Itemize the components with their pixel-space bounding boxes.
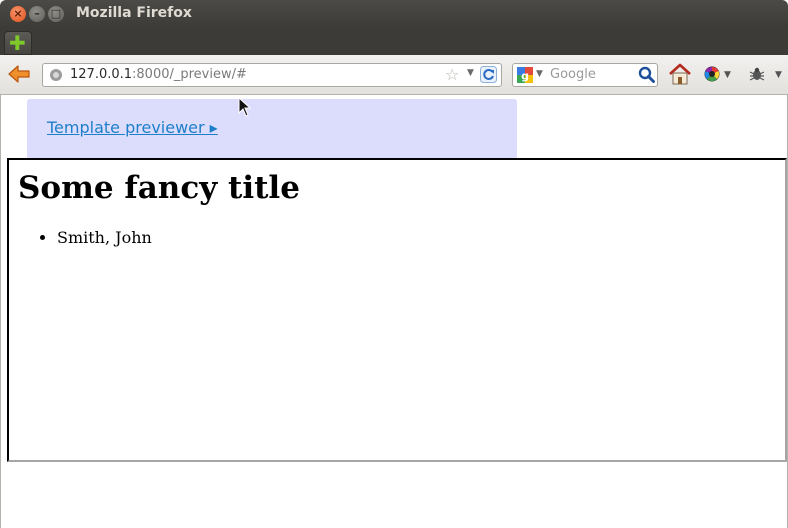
url-text[interactable]: 127.0.0.1:8000/_preview/#	[70, 67, 247, 82]
page-title: Some fancy title	[18, 170, 300, 206]
tab-strip: ✚	[0, 28, 788, 55]
bug-icon[interactable]	[748, 66, 766, 82]
author-list: Smith, John	[17, 228, 152, 247]
window-minimize-button[interactable]: –	[29, 6, 45, 22]
reload-icon[interactable]	[480, 66, 497, 83]
url-bar[interactable]: 127.0.0.1:8000/_preview/# ☆ ▼	[42, 63, 502, 87]
search-input[interactable]: Google	[550, 67, 596, 82]
preview-frame: Some fancy title Smith, John	[7, 158, 787, 462]
svg-text:g: g	[521, 70, 529, 83]
engine-dropdown-icon[interactable]: ▼	[536, 69, 543, 79]
new-tab-button[interactable]: ✚	[4, 31, 32, 55]
window-maximize-button[interactable]: □	[48, 6, 64, 22]
template-previewer-link[interactable]: Template previewer ▸	[47, 118, 218, 137]
window-close-button[interactable]: ×	[10, 6, 26, 22]
search-bar[interactable]: g ▼ Google	[512, 63, 658, 87]
magnifier-icon[interactable]	[638, 66, 655, 83]
url-host: 127.0.0.1	[70, 67, 133, 82]
star-icon[interactable]: ☆	[445, 65, 459, 84]
navigation-toolbar: 127.0.0.1:8000/_preview/# ☆ ▼ g ▼ Google	[0, 55, 788, 95]
window-title: Mozilla Firefox	[76, 5, 192, 21]
home-icon[interactable]	[668, 62, 692, 86]
color-wheel-icon[interactable]	[704, 66, 720, 82]
preview-bar: Template previewer ▸	[27, 99, 517, 159]
back-arrow-icon[interactable]	[6, 63, 32, 85]
plus-icon: ✚	[9, 31, 26, 55]
page-content: Template previewer ▸ Some fancy title Sm…	[0, 95, 788, 528]
color-dropdown-icon[interactable]: ▼	[724, 70, 731, 80]
history-dropdown-icon[interactable]: ▼	[467, 68, 474, 78]
list-item: Smith, John	[57, 228, 152, 247]
site-identity-icon[interactable]	[49, 68, 63, 82]
url-path: :8000/_preview/#	[132, 67, 247, 82]
window-titlebar: × – □ Mozilla Firefox	[0, 0, 788, 28]
bug-dropdown-icon[interactable]: ▼	[775, 70, 782, 80]
google-icon[interactable]: g	[517, 67, 533, 83]
mouse-pointer-icon	[238, 97, 252, 117]
